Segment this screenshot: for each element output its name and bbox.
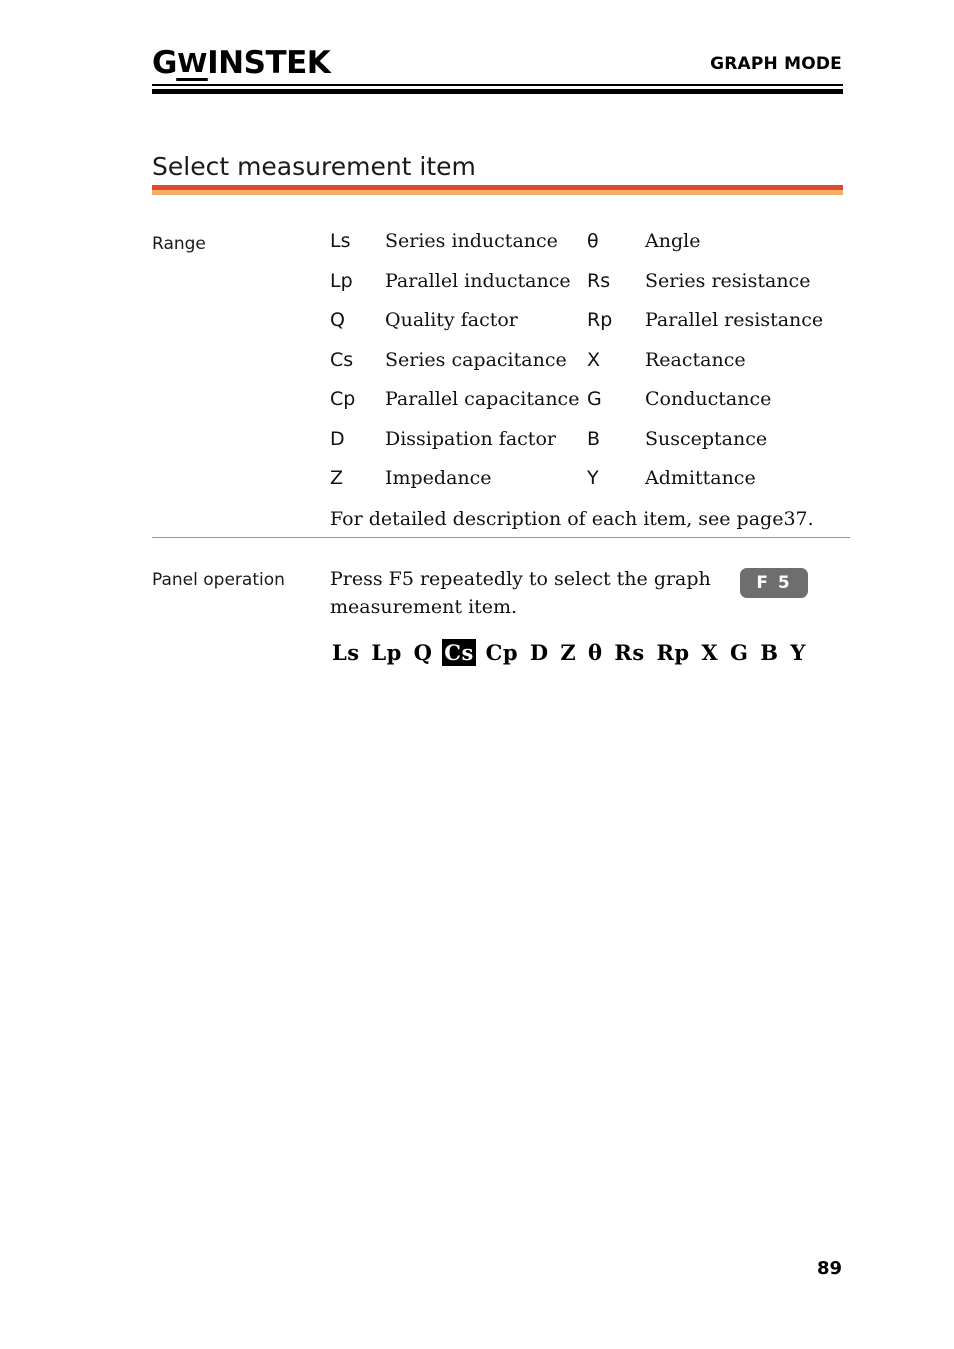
header-rule-thick (152, 89, 843, 94)
measurement-symbol-2: B (587, 427, 601, 450)
sequence-item: Rp (656, 640, 690, 665)
measurement-description-2: Parallel resistance (645, 309, 824, 331)
measurement-symbol: Q (330, 309, 345, 331)
measurement-description: Dissipation factor (385, 427, 556, 450)
gw-instek-logo: GWINSTEK (152, 45, 331, 81)
table-row: D Dissipation factor B Susceptance (330, 428, 845, 468)
title-rule-orange-light (152, 190, 843, 195)
measurement-description-2: Susceptance (645, 427, 768, 450)
table-row: Lp Parallel inductance Rs Series resistance (330, 270, 845, 310)
measurement-symbol: Ls (330, 230, 351, 252)
sequence-item: Y (790, 640, 806, 665)
sequence-item: Z (560, 640, 577, 665)
sequence-item: B (760, 640, 779, 665)
measurement-description: Parallel inductance (385, 269, 571, 292)
measurement-description-2: Conductance (645, 388, 772, 410)
sequence-item: Lp (371, 640, 402, 665)
measurement-description-2: Admittance (645, 467, 756, 489)
table-row: Cp Parallel capacitance G Conductance (330, 388, 845, 428)
measurement-note: For detailed description of each item, s… (330, 508, 814, 530)
measurement-item-sequence: Ls Lp Q Cs Cp D Z θ Rs Rp X G B Y (330, 639, 808, 666)
header-rule-thin (152, 84, 843, 86)
sequence-item: Ls (332, 640, 360, 665)
panel-operation-instruction: Press F5 repeatedly to select the graph … (330, 568, 711, 618)
table-row: Ls Series inductance θ Angle (330, 230, 845, 270)
sequence-item: G (730, 640, 749, 665)
measurement-symbol: Cp (330, 388, 356, 410)
measurement-symbol-2: Y (587, 467, 599, 489)
panel-operation-label: Panel operation (152, 570, 285, 590)
measurement-symbol-2: θ (587, 230, 599, 252)
measurement-description-2: Series resistance (645, 269, 811, 292)
measurement-description: Quality factor (385, 309, 518, 331)
table-row: Q Quality factor Rp Parallel resistance (330, 309, 845, 349)
measurement-item-table: Ls Series inductance θ Angle Lp Parallel indu… (330, 230, 845, 507)
measurement-description-2: Angle (645, 230, 701, 252)
measurement-symbol-2: Rs (587, 269, 611, 292)
measurement-symbol-2: X (587, 348, 601, 371)
document-page: GWINSTEK GRAPH MODE Select measurement i… (0, 0, 954, 1349)
range-label: Range (152, 234, 206, 254)
page-title: Select measurement item (152, 152, 476, 181)
measurement-symbol: Lp (330, 269, 353, 292)
measurement-symbol: D (330, 427, 345, 450)
sequence-item: D (529, 640, 549, 665)
section-divider (152, 537, 850, 538)
table-row: Cs Series capacitance X Reactance (330, 349, 845, 389)
sequence-item: Cp (485, 640, 519, 665)
measurement-symbol: Cs (330, 348, 354, 371)
logo-letter-w: W (176, 49, 209, 81)
sequence-item-selected: Cs (442, 639, 476, 666)
sequence-item: θ (588, 640, 603, 665)
measurement-symbol-2: Rp (587, 309, 613, 331)
table-row: Z Impedance Y Admittance (330, 467, 845, 507)
sequence-item: X (701, 640, 719, 665)
measurement-symbol-2: G (587, 388, 602, 410)
header-chapter-title: GRAPH MODE (710, 54, 842, 74)
measurement-symbol: Z (330, 467, 344, 489)
logo-word-instek: INSTEK (207, 45, 331, 81)
measurement-description: Series inductance (385, 230, 558, 252)
measurement-description: Impedance (385, 467, 492, 489)
logo-letter-g: G (152, 45, 177, 81)
sequence-item: Q (413, 640, 433, 665)
page-number: 89 (816, 1258, 842, 1279)
measurement-description: Series capacitance (385, 348, 567, 371)
measurement-description: Parallel capacitance (385, 388, 580, 410)
sequence-item: Rs (614, 640, 645, 665)
f5-key-badge[interactable]: F 5 (740, 568, 808, 598)
measurement-description-2: Reactance (645, 348, 746, 371)
